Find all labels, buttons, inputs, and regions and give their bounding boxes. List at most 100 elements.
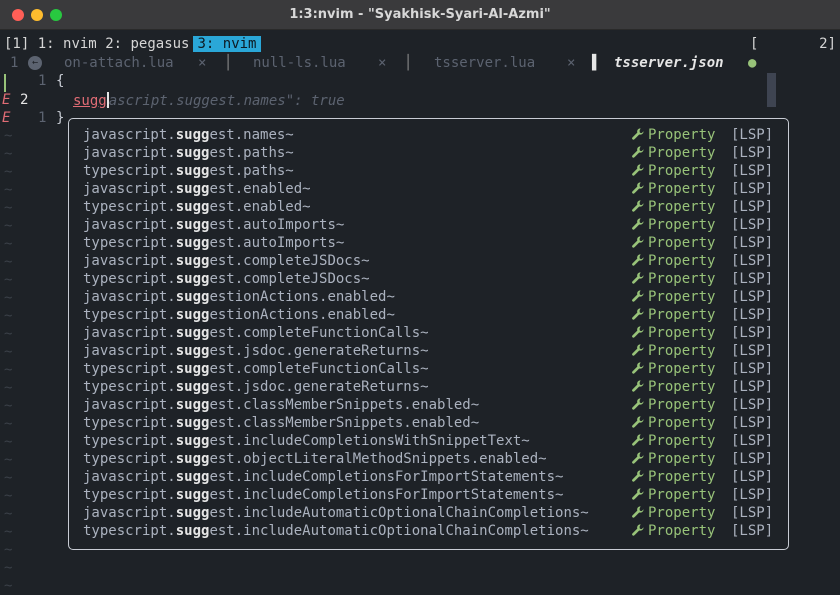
completion-item-kind: Property (631, 181, 715, 197)
wrench-icon (631, 145, 645, 159)
completion-item-label: typescript.suggest.completeFunctionCalls… (83, 361, 429, 377)
completion-item-kind: Property (631, 127, 715, 143)
completion-item[interactable]: javascript.suggest.completeJSDocs~ Proper… (69, 253, 788, 271)
completion-item[interactable]: javascript.suggest.paths~ Property [LSP] (69, 145, 788, 163)
error-sign: E (2, 110, 11, 126)
completion-item[interactable]: javascript.suggestionActions.enabled~ Pro… (69, 289, 788, 307)
wrench-icon (631, 325, 645, 339)
tmux-window-active[interactable]: 3: nvim (193, 36, 261, 52)
completion-item[interactable]: typescript.suggest.enabled~ Property [LSP] (69, 199, 788, 217)
tilde-marker: ~ (4, 434, 13, 450)
completion-item[interactable]: typescript.suggest.jsdoc.generateReturns… (69, 379, 788, 397)
window-title: 1:3:nvim - "Syakhisk-Syari-Al-Azmi" (289, 7, 551, 22)
wrench-icon (631, 379, 645, 393)
wrench-icon (631, 181, 645, 195)
close-icon[interactable]: × (567, 55, 575, 71)
tmux-window-1[interactable]: 1: nvim (38, 36, 97, 52)
tilde-marker: ~ (4, 524, 13, 540)
completion-item-kind: Property (631, 397, 715, 413)
tilde-marker: ~ (4, 542, 13, 558)
completion-item-kind: Property (631, 289, 715, 305)
tilde-marker: ~ (4, 326, 13, 342)
completion-item[interactable]: javascript.suggest.autoImports~ Property [… (69, 217, 788, 235)
completion-item-kind: Property (631, 523, 715, 539)
editor-line-current[interactable]: E 2 sugg ascript.suggest.names": true (0, 92, 840, 110)
completion-item-label: typescript.suggest.objectLiteralMethodSn… (83, 451, 547, 467)
tilde-marker: ~ (4, 344, 13, 360)
completion-item-source: [LSP] (731, 451, 774, 467)
completion-item-kind: Property (631, 487, 715, 503)
bufferline: 1 ← on-attach.lua × │ null-ls.lua × │ ts… (0, 55, 840, 73)
completion-item[interactable]: javascript.suggest.classMemberSnippets.e… (69, 397, 788, 415)
completion-item[interactable]: javascript.suggest.includeCompletionsFor… (69, 469, 788, 487)
completion-item-kind: Property (631, 379, 715, 395)
completion-item-label: javascript.suggestionActions.enabled~ (83, 289, 395, 305)
tilde-marker: ~ (4, 254, 13, 270)
completion-item-label: javascript.suggest.completeJSDocs~ (83, 253, 370, 269)
completion-item[interactable]: typescript.suggest.includeAutomaticOptio… (69, 523, 788, 541)
tmux-window-2[interactable]: 2: pegasus (105, 36, 189, 52)
completion-item[interactable]: typescript.suggest.includeCompletionsFor… (69, 487, 788, 505)
tilde-marker: ~ (4, 218, 13, 234)
code-text: { (56, 73, 65, 89)
tilde-marker: ~ (4, 398, 13, 414)
completion-popup[interactable]: javascript.suggest.names~ Property [LSP] ja… (68, 118, 789, 550)
completion-item[interactable]: typescript.suggest.autoImports~ Property [… (69, 235, 788, 253)
completion-item[interactable]: javascript.suggest.names~ Property [LSP] (69, 127, 788, 145)
bufferline-number: 1 (10, 55, 19, 71)
editor-line[interactable]: 1 { (0, 73, 840, 91)
wrench-icon (631, 271, 645, 285)
code-text: } (56, 110, 65, 126)
completion-item-source: [LSP] (731, 271, 774, 287)
buffer-tab-tsserver-lua[interactable]: tsserver.lua (434, 55, 535, 71)
tmux-status-bar: [1] 1: nvim 2: pegasus 3: nvim [ 2] (0, 36, 840, 54)
completion-item-label: javascript.suggest.classMemberSnippets.e… (83, 397, 480, 413)
completion-item-kind: Property (631, 235, 715, 251)
wrench-icon (631, 523, 645, 537)
completion-item[interactable]: javascript.suggest.completeFunctionCalls… (69, 325, 788, 343)
completion-item-source: [LSP] (731, 487, 774, 503)
terminal[interactable]: [1] 1: nvim 2: pegasus 3: nvim [ 2] 1 ← o… (0, 30, 840, 595)
tilde-marker: ~ (4, 452, 13, 468)
close-icon[interactable]: × (198, 55, 206, 71)
completion-item-label: typescript.suggest.includeCompletionsFor… (83, 487, 564, 503)
completion-item-kind: Property (631, 415, 715, 431)
completion-item-kind: Property (631, 433, 715, 449)
completion-item-source: [LSP] (731, 379, 774, 395)
completion-item-source: [LSP] (731, 505, 774, 521)
arrow-left-icon[interactable]: ← (28, 56, 42, 70)
ghost-text-suggestion: ascript.suggest.names": true (108, 93, 345, 109)
completion-item-kind: Property (631, 361, 715, 377)
completion-item[interactable]: typescript.suggest.paths~ Property [LSP] (69, 163, 788, 181)
completion-item-kind: Property (631, 199, 715, 215)
completion-item-label: typescript.suggest.classMemberSnippets.e… (83, 415, 480, 431)
completion-item[interactable]: typescript.suggest.objectLiteralMethodSn… (69, 451, 788, 469)
completion-item[interactable]: typescript.suggest.includeCompletionsWit… (69, 433, 788, 451)
completion-item[interactable]: javascript.suggest.enabled~ Property [LSP] (69, 181, 788, 199)
wrench-icon (631, 397, 645, 411)
buffer-tab-null-ls[interactable]: null-ls.lua (253, 55, 346, 71)
completion-item-source: [LSP] (731, 433, 774, 449)
tmux-right-count: 2] (819, 36, 836, 52)
tilde-marker: ~ (4, 290, 13, 306)
buffer-tab-tsserver-json[interactable]: tsserver.json (614, 55, 724, 71)
completion-item[interactable]: typescript.suggestionActions.enabled~ Pro… (69, 307, 788, 325)
tmux-right-bracket: [ (750, 36, 759, 52)
tmux-session: [1] (4, 36, 30, 52)
tilde-marker: ~ (4, 488, 13, 504)
completion-item-kind: Property (631, 163, 715, 179)
completion-item[interactable]: typescript.suggest.classMemberSnippets.e… (69, 415, 788, 433)
completion-item[interactable]: typescript.suggest.completeFunctionCalls… (69, 361, 788, 379)
wrench-icon (631, 451, 645, 465)
completion-item-label: typescript.suggestionActions.enabled~ (83, 307, 395, 323)
buffer-tab-on-attach[interactable]: on-attach.lua (64, 55, 174, 71)
wrench-icon (631, 289, 645, 303)
close-icon[interactable]: × (378, 55, 386, 71)
completion-item-label: typescript.suggest.includeCompletionsWit… (83, 433, 530, 449)
completion-item[interactable]: javascript.suggest.includeAutomaticOptio… (69, 505, 788, 523)
completion-item-label: typescript.suggest.enabled~ (83, 199, 311, 215)
wrench-icon (631, 469, 645, 483)
completion-item[interactable]: javascript.suggest.jsdoc.generateReturns… (69, 343, 788, 361)
completion-item-kind: Property (631, 469, 715, 485)
completion-item[interactable]: typescript.suggest.completeJSDocs~ Proper… (69, 271, 788, 289)
